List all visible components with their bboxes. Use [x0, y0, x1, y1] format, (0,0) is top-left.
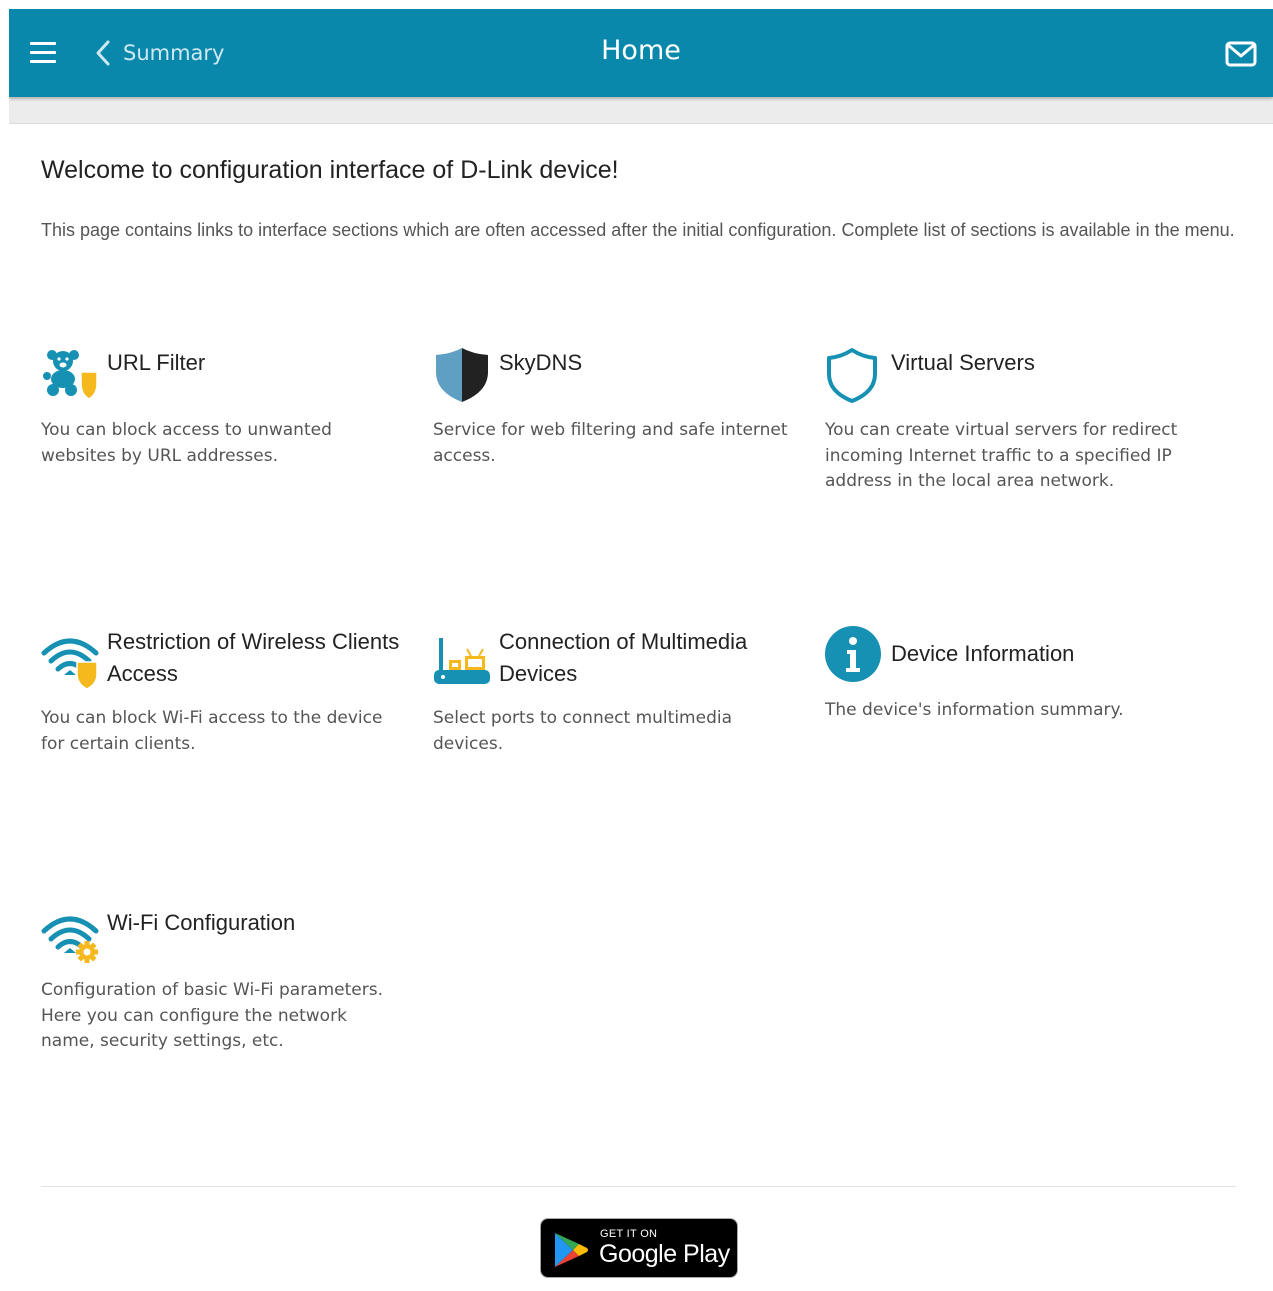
footer-divider	[41, 1186, 1236, 1187]
tile-url-filter-description: You can block access to unwanted website…	[41, 420, 332, 466]
tile-wifi-config-description: Configuration of basic Wi-Fi parameters.…	[41, 980, 383, 1051]
tile-virtual-servers-description: You can create virtual servers for redir…	[825, 420, 1178, 491]
google-play-badge[interactable]: GET IT ON Google Play	[540, 1218, 738, 1278]
mail-icon[interactable]	[1225, 41, 1257, 67]
tile-skydns-description: Service for web filtering and safe inter…	[433, 420, 788, 466]
teddy-bear-shield-icon	[43, 350, 98, 400]
tile-multimedia-link[interactable]: Connection of Multimedia Devices	[433, 626, 793, 690]
tile-wifi-config-link[interactable]: Wi-Fi Configuration	[41, 906, 401, 970]
tile-wifi-config: Wi-Fi Configuration Configuration of bas…	[41, 906, 401, 1051]
intro-text: This page contains links to interface se…	[41, 220, 1235, 240]
tile-device-info: Device Information The device's informat…	[825, 626, 1185, 720]
google-play-small-text: GET IT ON	[600, 1228, 658, 1240]
tile-device-info-link[interactable]: Device Information	[825, 626, 1185, 690]
google-play-icon	[555, 1233, 588, 1267]
tile-device-info-title[interactable]: Device Information	[891, 638, 1191, 670]
tile-wireless-restriction-link[interactable]: Restriction of Wireless Clients Access	[41, 626, 401, 690]
wifi-shield-icon	[41, 638, 99, 690]
top-bar: Summary Home	[9, 9, 1273, 97]
tile-skydns-link[interactable]: SkyDNS	[433, 346, 793, 410]
welcome-heading: Welcome to configuration interface of D-…	[41, 156, 619, 184]
page-title: Home	[601, 35, 681, 66]
skydns-shield-icon	[436, 348, 488, 402]
router-tv-icon	[434, 638, 490, 684]
content-card: Welcome to configuration interface of D-…	[9, 123, 1273, 1291]
tile-wireless-restriction: Restriction of Wireless Clients Access Y…	[41, 626, 401, 754]
wifi-gear-icon	[41, 916, 99, 963]
tile-virtual-servers-title[interactable]: Virtual Servers	[891, 347, 1191, 379]
google-play-big-text: Google Play	[599, 1240, 730, 1268]
tile-url-filter-title[interactable]: URL Filter	[107, 347, 407, 379]
info-icon	[825, 626, 881, 682]
tile-skydns-title[interactable]: SkyDNS	[499, 347, 799, 379]
shield-outline-icon	[827, 348, 877, 403]
tile-skydns: SkyDNS Service for web filtering and saf…	[433, 346, 793, 466]
tile-device-info-description: The device's information summary.	[825, 700, 1124, 720]
tile-multimedia: Connection of Multimedia Devices Select …	[433, 626, 793, 754]
tile-multimedia-title[interactable]: Connection of Multimedia Devices	[499, 626, 799, 690]
tile-virtual-servers-link[interactable]: Virtual Servers	[825, 346, 1185, 410]
tile-url-filter: URL Filter You can block access to unwan…	[41, 346, 401, 466]
app-frame: Summary Home Welcome to configuration in…	[9, 9, 1273, 1291]
tile-url-filter-link[interactable]: URL Filter	[41, 346, 401, 410]
tile-wireless-restriction-description: You can block Wi-Fi access to the device…	[41, 708, 383, 754]
tile-virtual-servers: Virtual Servers You can create virtual s…	[825, 346, 1185, 491]
tile-multimedia-description: Select ports to connect multimedia devic…	[433, 708, 732, 754]
tile-wifi-config-title[interactable]: Wi-Fi Configuration	[107, 907, 407, 939]
tile-wireless-restriction-title[interactable]: Restriction of Wireless Clients Access	[107, 626, 407, 690]
